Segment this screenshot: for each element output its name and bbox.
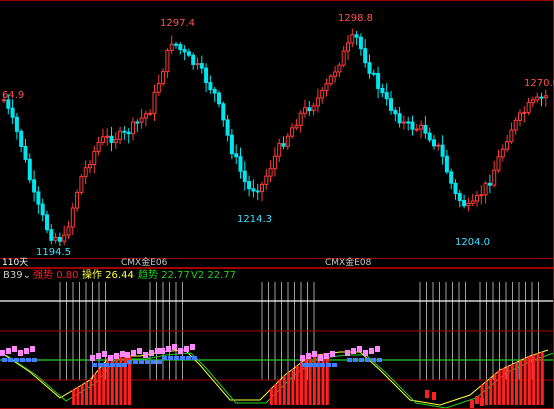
indicator-item-operation: 操作 26.44 xyxy=(82,270,134,281)
price-label-low1: 1194.5 xyxy=(36,247,71,258)
price-label-peak2: 1298.8 xyxy=(338,13,373,24)
contract-marker-2: CMX金E08 xyxy=(325,258,372,268)
indicator-item-trend: 趋势 22.77 xyxy=(138,270,190,281)
indicator-panel-frame xyxy=(0,268,554,409)
indicator-item-strength: 强势 0.80 xyxy=(33,270,79,281)
price-label-last: 1270.0 xyxy=(524,78,554,89)
price-label-low2: 1214.3 xyxy=(237,214,272,225)
chevron-down-icon: ⌄ xyxy=(22,270,31,281)
indicator-selector[interactable]: B39⌄ xyxy=(3,270,31,282)
indicator-name: B39 xyxy=(3,270,23,281)
axis-strip xyxy=(0,258,554,268)
price-label-left: 64.9 xyxy=(2,90,25,101)
contract-marker-1: CMX金E06 xyxy=(121,258,168,268)
price-label-peak1: 1297.4 xyxy=(160,18,195,29)
main-panel-frame xyxy=(0,0,554,258)
price-label-low3: 1204.0 xyxy=(455,237,490,248)
period-label: 110天 xyxy=(2,258,29,268)
indicator-item-v2: V2 22.77 xyxy=(191,270,237,281)
